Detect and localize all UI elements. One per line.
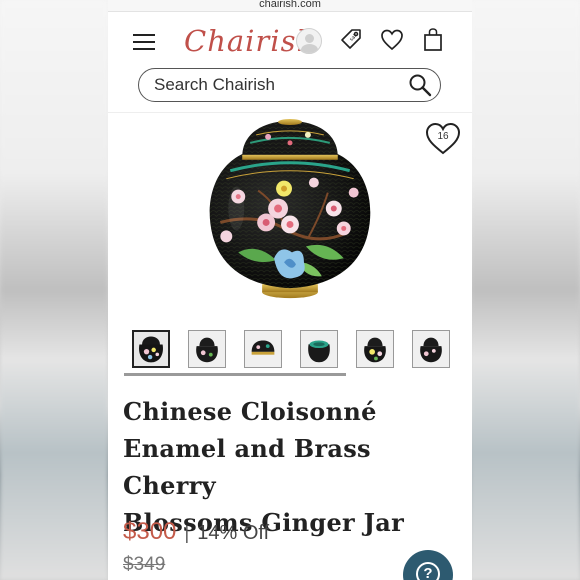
thumbnail-2[interactable] — [188, 330, 226, 368]
browser-url-bar[interactable]: chairish.com — [108, 0, 472, 12]
price-separator: | — [184, 523, 190, 543]
search-bar[interactable] — [138, 68, 441, 102]
menu-icon[interactable] — [133, 34, 155, 50]
question-mark-icon: ? — [416, 562, 440, 580]
search-icon[interactable] — [408, 73, 432, 97]
thumbnail-6[interactable] — [412, 330, 450, 368]
tag-icon[interactable]: sale — [339, 27, 363, 53]
url-text: chairish.com — [259, 0, 321, 10]
svg-text:sale: sale — [349, 31, 360, 42]
thumbnail-3[interactable] — [244, 330, 282, 368]
discount-label: 14% Off — [197, 522, 270, 544]
blurred-background-left — [0, 0, 108, 580]
mobile-page: chairish.com Chairish sale Search Chairi… — [108, 0, 472, 580]
search-input[interactable] — [154, 75, 394, 95]
product-title-line-1: Chinese Cloisonné — [123, 397, 377, 426]
original-price: $349 — [123, 554, 166, 575]
site-header: Chairish sale — [108, 12, 472, 112]
thumbnail-5[interactable] — [356, 330, 394, 368]
thumbnail-4[interactable] — [300, 330, 338, 368]
favorite-button[interactable]: 16 — [424, 120, 462, 156]
shopping-bag-icon[interactable] — [421, 27, 445, 53]
thumbnail-1[interactable] — [132, 330, 170, 368]
sale-price: $300 — [123, 518, 177, 545]
favorite-count: 16 — [437, 131, 449, 142]
thumbnail-strip — [130, 330, 450, 370]
price-row: $300 | 14% Off — [123, 518, 269, 548]
heart-icon[interactable] — [380, 27, 404, 53]
product-image-ginger-jar[interactable] — [108, 112, 472, 318]
thumbnail-scrollbar[interactable] — [124, 373, 346, 376]
blurred-background-right — [470, 0, 580, 580]
product-title-line-2: Enamel and Brass Cherry — [123, 434, 371, 500]
help-button[interactable]: ? — [403, 550, 453, 580]
user-avatar-icon[interactable] — [296, 28, 322, 54]
